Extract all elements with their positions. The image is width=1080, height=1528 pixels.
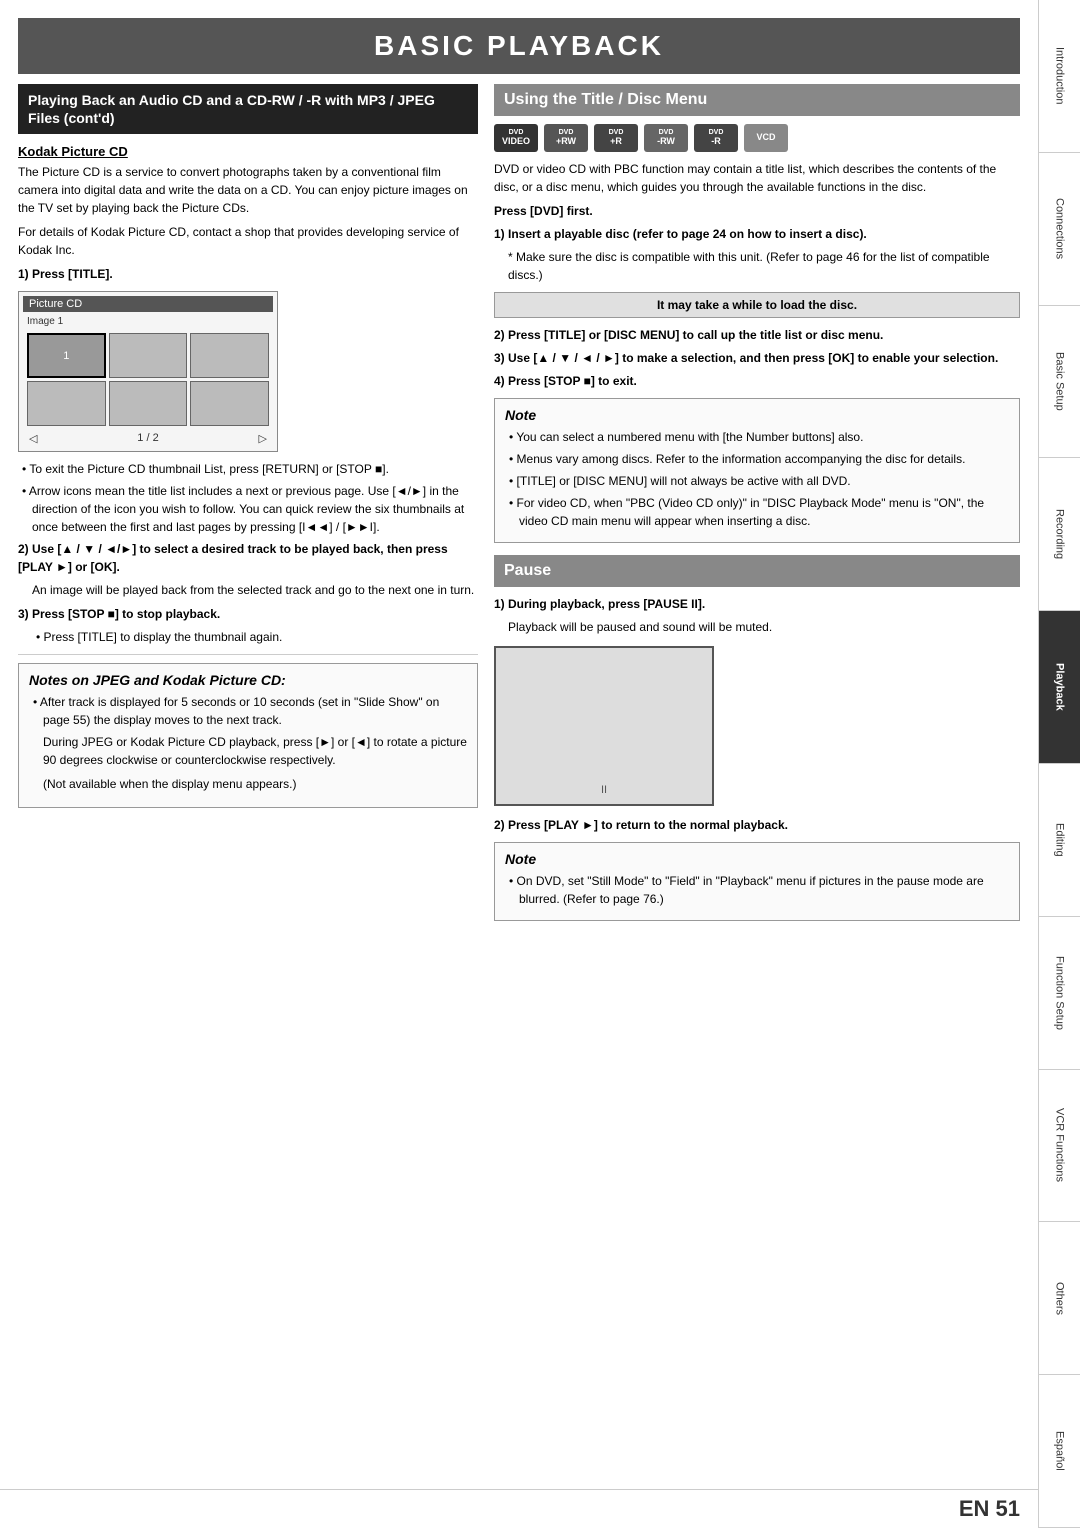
thumbnail-6: [190, 381, 269, 426]
picture-cd-image-label: Image 1: [23, 316, 273, 329]
td-step1: 1) Insert a playable disc (refer to page…: [494, 225, 1020, 243]
pause-indicator-symbol: II: [601, 784, 607, 796]
kodak-body2: For details of Kodak Picture CD, contact…: [18, 223, 478, 259]
disc-dvd-video-icon: DVD VIDEO: [494, 124, 538, 152]
disc-dvd-plusr-icon: DVD +R: [594, 124, 638, 152]
step3-bullet: • Press [TITLE] to display the thumbnail…: [32, 628, 478, 646]
sidebar-item-vcr-functions: VCR Functions: [1039, 1070, 1080, 1223]
step1-label: 1) Press [TITLE].: [18, 265, 478, 283]
nav-right-icon: ▷: [259, 432, 267, 445]
jpeg-notes-box: Notes on JPEG and Kodak Picture CD: • Af…: [18, 663, 478, 808]
disc-dvd-minusrw-icon: DVD -RW: [644, 124, 688, 152]
pause-step1: 1) During playback, press [PAUSE II].: [494, 595, 1020, 613]
press-dvd-first: Press [DVD] first.: [494, 202, 1020, 220]
left-section-header: Playing Back an Audio CD and a CD-RW / -…: [18, 84, 478, 134]
page-footer: EN 51: [0, 1489, 1038, 1528]
pause-step1-body: Playback will be paused and sound will b…: [508, 618, 1020, 636]
thumbnail-grid: 1: [23, 329, 273, 430]
bullet1: • To exit the Picture CD thumbnail List,…: [18, 460, 478, 478]
jpeg-note-2: During JPEG or Kodak Picture CD playback…: [43, 733, 467, 769]
jpeg-note-3: (Not available when the display menu app…: [43, 775, 467, 793]
disc-dvd-minusr-icon: DVD -R: [694, 124, 738, 152]
thumbnail-3: [190, 333, 269, 378]
sidebar-item-editing: Editing: [1039, 764, 1080, 917]
page-indicator: 1 / 2: [137, 432, 158, 445]
thumbnail-2: [109, 333, 188, 378]
thumbnail-5: [109, 381, 188, 426]
title-disc-note-box: Note • You can select a numbered menu wi…: [494, 398, 1020, 543]
step2-label: 2) Use [▲ / ▼ / ◄/►] to select a desired…: [18, 540, 478, 576]
td-note-4: • For video CD, when "PBC (Video CD only…: [505, 494, 1009, 530]
title-disc-header: Using the Title / Disc Menu: [494, 84, 1020, 116]
pause-note-title: Note: [505, 851, 1009, 867]
disc-dvd-plusrw-icon: DVD +RW: [544, 124, 588, 152]
td-step2: 2) Press [TITLE] or [DISC MENU] to call …: [494, 326, 1020, 344]
disc-vcd-icon: VCD: [744, 124, 788, 152]
step3-label: 3) Press [STOP ■] to stop playback.: [18, 605, 478, 623]
picture-cd-footer: ◁ 1 / 2 ▷: [23, 430, 273, 447]
page-title: BASIC PLAYBACK: [18, 18, 1020, 74]
td-step1-note: * Make sure the disc is compatible with …: [508, 248, 1020, 284]
picture-cd-header: Picture CD: [23, 296, 273, 312]
title-disc-intro: DVD or video CD with PBC function may co…: [494, 160, 1020, 196]
sidebar-item-others: Others: [1039, 1222, 1080, 1375]
sidebar-item-recording: Recording: [1039, 458, 1080, 611]
thumbnail-1: 1: [27, 333, 106, 378]
td-note-1: • You can select a numbered menu with [t…: [505, 428, 1009, 446]
jpeg-notes-title: Notes on JPEG and Kodak Picture CD:: [29, 672, 467, 688]
pause-note-box: Note • On DVD, set "Still Mode" to "Fiel…: [494, 842, 1020, 921]
thumbnail-4: [27, 381, 106, 426]
sidebar-item-function-setup: Function Setup: [1039, 917, 1080, 1070]
step2-body: An image will be played back from the se…: [32, 581, 478, 599]
sidebar: Introduction Connections Basic Setup Rec…: [1038, 0, 1080, 1528]
picture-cd-box: Picture CD Image 1 1 ◁ 1 / 2 ▷: [18, 291, 278, 452]
sidebar-item-espanol: Español: [1039, 1375, 1080, 1528]
disc-icons-row: DVD VIDEO DVD +RW DVD +R DVD -RW: [494, 124, 1020, 152]
page-number: EN 51: [959, 1496, 1020, 1522]
td-step4: 4) Press [STOP ■] to exit.: [494, 372, 1020, 390]
pause-step2: 2) Press [PLAY ►] to return to the norma…: [494, 816, 1020, 834]
td-note-2: • Menus vary among discs. Refer to the i…: [505, 450, 1009, 468]
nav-left-icon: ◁: [29, 432, 37, 445]
pause-screen: II: [494, 646, 714, 806]
sidebar-item-connections: Connections: [1039, 153, 1080, 306]
title-disc-note-title: Note: [505, 407, 1009, 423]
sidebar-item-basic-setup: Basic Setup: [1039, 306, 1080, 459]
jpeg-note-1: • After track is displayed for 5 seconds…: [29, 693, 467, 729]
kodak-header: Kodak Picture CD: [18, 144, 478, 159]
pause-header: Pause: [494, 555, 1020, 587]
td-note-3: • [TITLE] or [DISC MENU] will not always…: [505, 472, 1009, 490]
kodak-body1: The Picture CD is a service to convert p…: [18, 163, 478, 217]
bullet2: • Arrow icons mean the title list includ…: [18, 482, 478, 536]
sidebar-item-playback: Playback: [1039, 611, 1080, 764]
important-box: It may take a while to load the disc.: [494, 292, 1020, 318]
pause-note-1: • On DVD, set "Still Mode" to "Field" in…: [505, 872, 1009, 908]
td-step3: 3) Use [▲ / ▼ / ◄ / ►] to make a selecti…: [494, 349, 1020, 367]
sidebar-item-introduction: Introduction: [1039, 0, 1080, 153]
